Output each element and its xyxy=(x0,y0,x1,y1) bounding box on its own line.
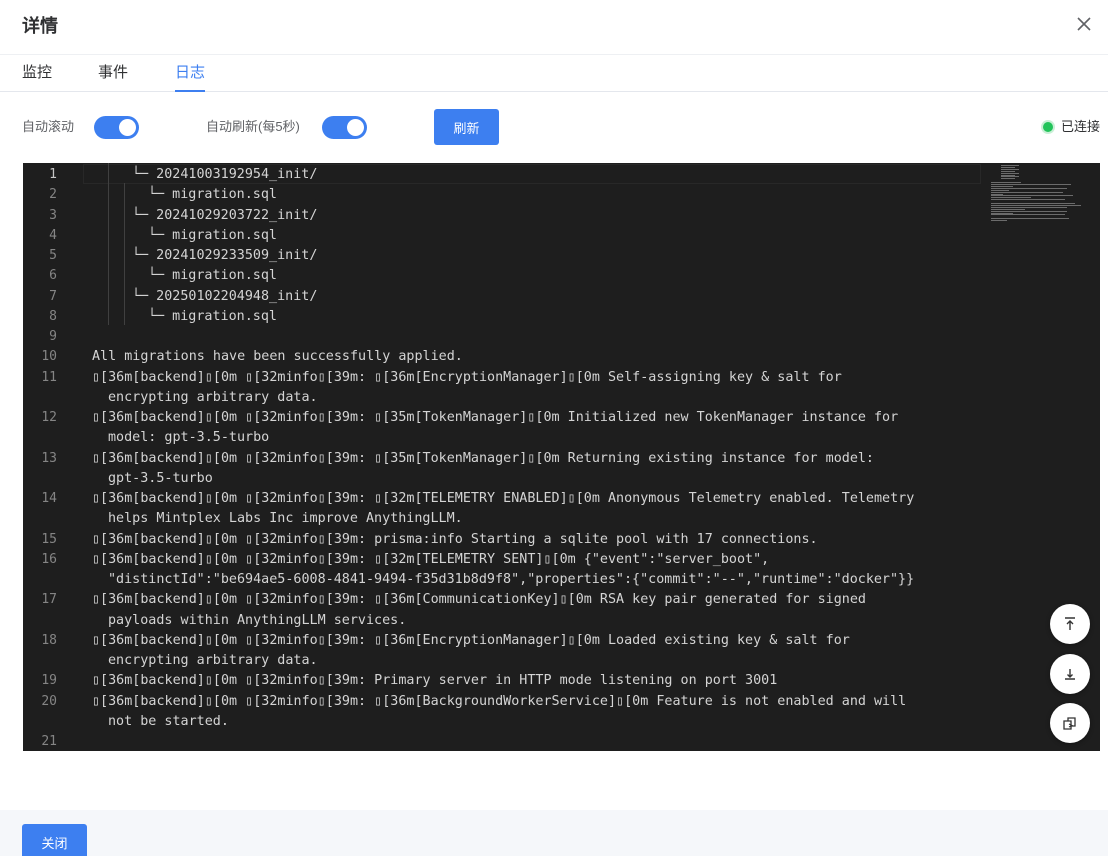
minimap-line xyxy=(1001,178,1015,180)
minimap-line xyxy=(991,212,1013,214)
indent-guide xyxy=(124,183,125,325)
log-content[interactable]: └─ 20241003192954_init/ └─ migration.sql └… xyxy=(23,163,983,751)
log-line: ▯[36m[backend]▯[0m ▯[32minfo▯[39m: Prima… xyxy=(92,673,778,689)
minimap-line xyxy=(1001,174,1015,176)
log-line-wrap: helps Mintplex Labs Inc improve Anything… xyxy=(108,511,463,527)
minimap-line xyxy=(991,199,1065,201)
minimap-line xyxy=(1001,172,1019,174)
tab-events[interactable]: 事件 xyxy=(98,62,128,92)
minimap-line xyxy=(991,187,1067,189)
log-line: ▯[36m[backend]▯[0m ▯[32minfo▯[39m: ▯[36m… xyxy=(92,369,842,385)
auto-refresh-switch[interactable] xyxy=(322,116,367,139)
log-line-wrap: encrypting arbitrary data. xyxy=(108,653,318,668)
status-dot-icon xyxy=(1043,122,1053,132)
log-line: └─ 20250102204948_init/ xyxy=(132,288,318,304)
log-line-wrap: model: gpt-3.5-turbo xyxy=(108,430,270,446)
tab-bar: 监控 事件 日志 xyxy=(0,56,1108,92)
minimap-line xyxy=(991,203,1075,204)
minimap-line xyxy=(991,208,1025,210)
minimap-line xyxy=(1001,166,1015,168)
close-icon[interactable] xyxy=(1073,13,1095,35)
log-line: ▯[36m[backend]▯[0m ▯[32minfo▯[39m: ▯[35m… xyxy=(92,450,874,466)
log-line: ▯[36m[backend]▯[0m ▯[32minfo▯[39m: ▯[36m… xyxy=(92,632,850,648)
tab-logs[interactable]: 日志 xyxy=(175,62,206,92)
log-toolbar: 自动滚动 自动刷新(每5秒) 刷新 已连接 xyxy=(0,108,1108,146)
dialog-title: 详情 xyxy=(22,16,58,36)
copy-icon xyxy=(1063,717,1076,730)
log-line-wrap: "distinctId":"be694ae5-6008-4841-9494-f3… xyxy=(108,572,915,587)
minimap-line xyxy=(991,185,1013,187)
log-line: ▯[36m[backend]▯[0m ▯[32minfo▯[39m: ▯[32m… xyxy=(92,551,770,567)
log-line-wrap: gpt-3.5-turbo xyxy=(108,470,213,486)
refresh-button[interactable]: 刷新 xyxy=(434,109,499,145)
minimap-line xyxy=(991,220,1007,222)
minimap-line xyxy=(1001,170,1015,172)
dialog-header: 详情 xyxy=(0,0,1108,55)
minimap-line xyxy=(991,195,1073,197)
switch-knob xyxy=(119,119,136,136)
minimap-line xyxy=(991,204,1081,206)
scroll-top-button[interactable] xyxy=(1050,604,1090,644)
copy-button[interactable] xyxy=(1050,703,1090,743)
log-line: └─ migration.sql xyxy=(148,268,277,284)
arrow-to-bottom-icon xyxy=(1065,669,1075,680)
log-line: └─ 20241029203722_init/ xyxy=(132,207,318,223)
dialog-footer: 关闭 xyxy=(0,810,1108,856)
log-line: └─ migration.sql xyxy=(148,187,277,203)
log-line: ▯[36m[backend]▯[0m ▯[32minfo▯[39m: ▯[36m… xyxy=(92,693,907,709)
log-line: ▯[36m[backend]▯[0m ▯[32minfo▯[39m: prism… xyxy=(92,531,818,547)
minimap-line xyxy=(991,218,1069,220)
log-line: All migrations have been successfully ap… xyxy=(92,349,463,365)
log-line: └─ 20241029233509_init/ xyxy=(132,248,318,263)
switch-knob xyxy=(347,119,364,136)
log-line: └─ 20241003192954_init/ xyxy=(132,167,318,182)
log-line-wrap: payloads within AnythingLLM services. xyxy=(108,612,407,628)
arrow-to-top-icon xyxy=(1065,617,1075,630)
auto-scroll-label: 自动滚动 xyxy=(22,119,75,134)
close-button[interactable]: 关闭 xyxy=(22,824,87,856)
log-viewer[interactable]: 1 2 3 4 5 6 7 8 9 10 11 12 13 14 15 16 17 18 19 20 21 └─ 202… xyxy=(23,163,1100,751)
log-line-wrap: encrypting arbitrary data. xyxy=(108,389,318,405)
minimap-line xyxy=(1001,168,1019,170)
minimap-line xyxy=(991,191,1063,193)
log-line: ▯[36m[backend]▯[0m ▯[32minfo▯[39m: ▯[36m… xyxy=(92,592,866,608)
status-text: 已连接 xyxy=(1061,119,1101,134)
minimap-line xyxy=(991,210,1067,212)
minimap-line xyxy=(991,197,1031,199)
log-line: └─ migration.sql xyxy=(148,308,277,324)
minimap-line xyxy=(1001,176,1019,178)
indent-guide xyxy=(108,163,109,325)
log-line: ▯[36m[backend]▯[0m ▯[32minfo▯[39m: ▯[35m… xyxy=(92,410,899,425)
scroll-bottom-button[interactable] xyxy=(1050,654,1090,694)
tab-monitor[interactable]: 监控 xyxy=(22,62,52,92)
minimap-line xyxy=(991,189,1009,191)
auto-scroll-switch[interactable] xyxy=(94,116,139,139)
minimap-line xyxy=(991,206,1067,208)
log-line: └─ migration.sql xyxy=(148,227,277,243)
log-line-wrap: not be started. xyxy=(108,713,229,729)
minimap-line xyxy=(991,184,1071,185)
minimap-line xyxy=(991,182,1021,184)
minimap-line xyxy=(991,193,1003,195)
log-line: ▯[36m[backend]▯[0m ▯[32minfo▯[39m: ▯[32m… xyxy=(92,491,915,506)
minimap-line xyxy=(991,214,1065,216)
auto-refresh-label: 自动刷新(每5秒) xyxy=(206,119,300,134)
minimap-line xyxy=(1001,165,1019,166)
